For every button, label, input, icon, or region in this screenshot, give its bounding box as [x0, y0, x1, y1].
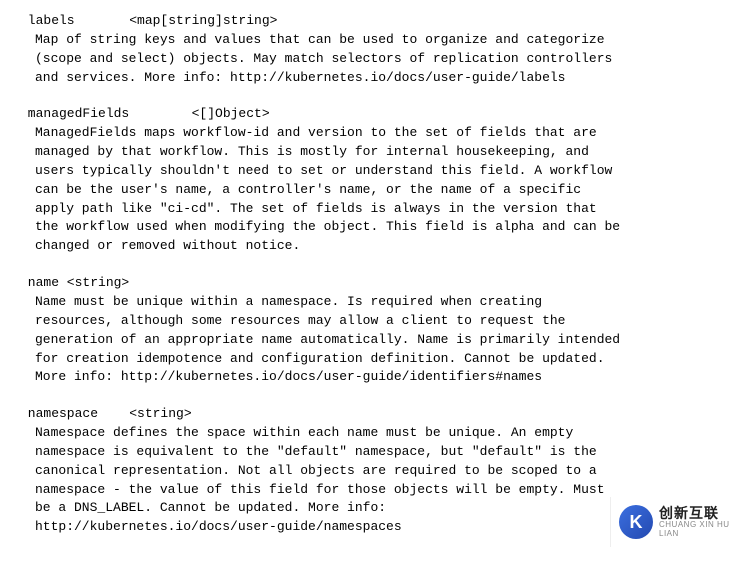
field-description: Name must be unique within a namespace. …	[20, 293, 720, 387]
field-header: managedFields <[]Object>	[20, 105, 720, 124]
field-name: name <string> Name must be unique within…	[20, 274, 720, 387]
watermark-cn: 创新互联	[659, 506, 732, 521]
watermark-en: CHUANG XIN HU LIAN	[659, 521, 732, 539]
watermark-logo-icon: K	[619, 505, 653, 539]
watermark-logo-letter: K	[630, 509, 643, 535]
field-description: ManagedFields maps workflow-id and versi…	[20, 124, 720, 256]
watermark-text: 创新互联 CHUANG XIN HU LIAN	[659, 506, 732, 539]
field-header: labels <map[string]string>	[20, 12, 720, 31]
doc-content: labels <map[string]string> Map of string…	[20, 12, 720, 537]
watermark: K 创新互联 CHUANG XIN HU LIAN	[610, 497, 740, 547]
field-description: Map of string keys and values that can b…	[20, 31, 720, 88]
field-labels: labels <map[string]string> Map of string…	[20, 12, 720, 87]
field-header: namespace <string>	[20, 405, 720, 424]
field-managedFields: managedFields <[]Object> ManagedFields m…	[20, 105, 720, 256]
field-header: name <string>	[20, 274, 720, 293]
